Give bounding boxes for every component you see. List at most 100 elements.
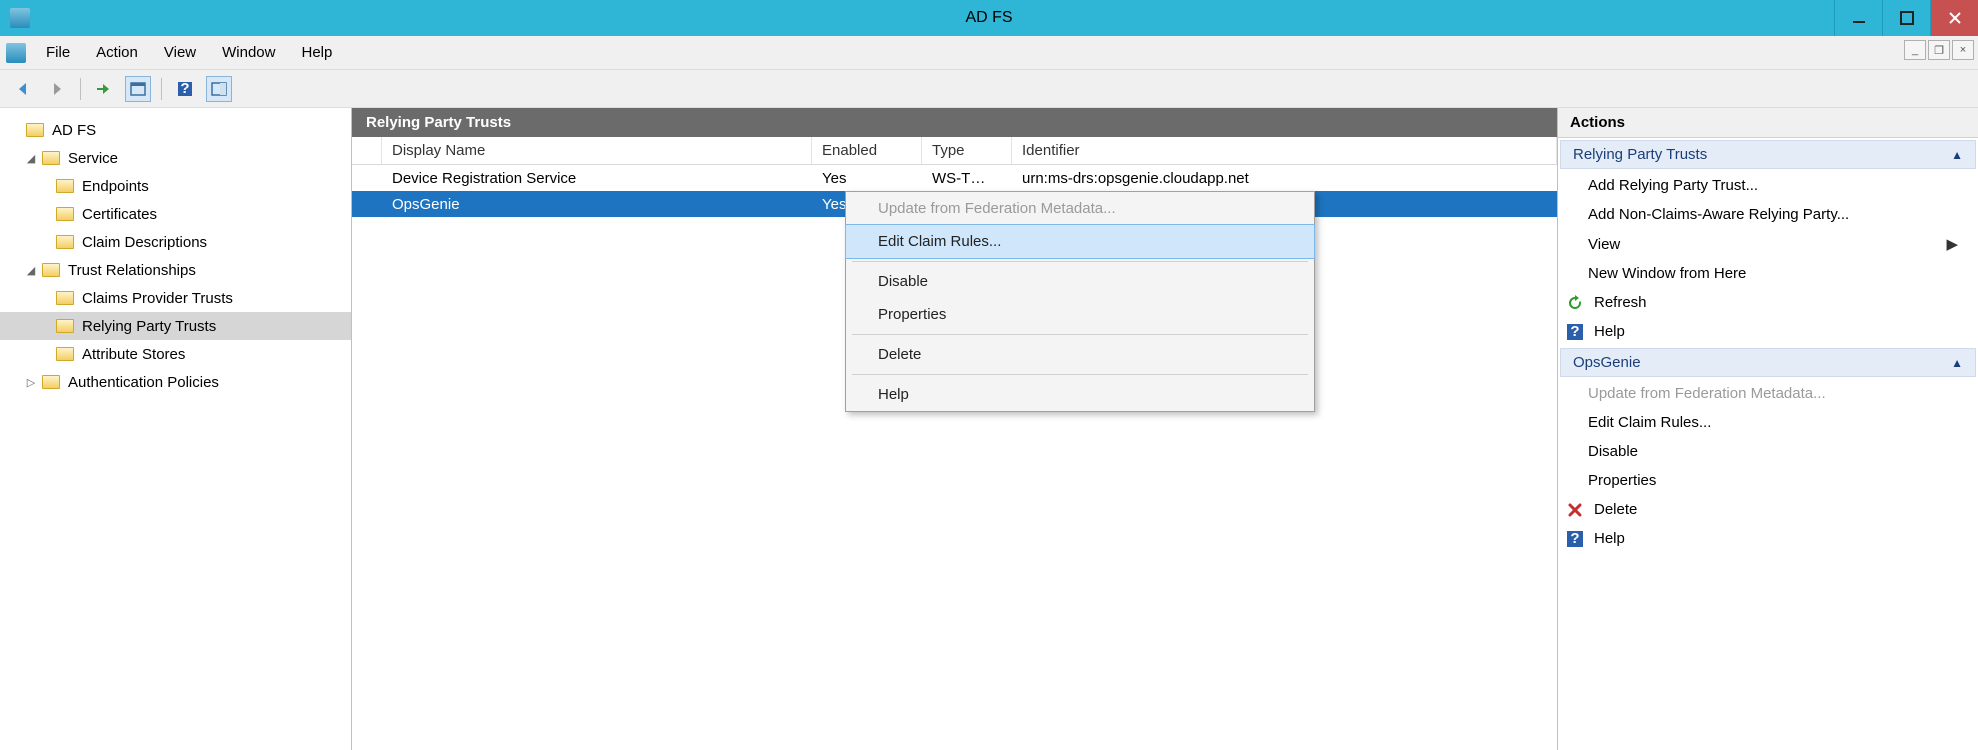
cell-enabled: Yes	[812, 170, 922, 187]
ctx-disable[interactable]: Disable	[846, 265, 1314, 298]
ctx-delete[interactable]: Delete	[846, 338, 1314, 371]
menu-file[interactable]: File	[34, 40, 82, 65]
action-add-relying-party-trust[interactable]: Add Relying Party Trust...	[1558, 171, 1978, 200]
mmc-icon	[6, 43, 26, 63]
window-minimize-button[interactable]	[1834, 0, 1882, 36]
svg-text:?: ?	[1570, 531, 1579, 547]
folder-icon	[42, 151, 60, 165]
details-title: Relying Party Trusts	[352, 108, 1557, 137]
menu-help[interactable]: Help	[289, 40, 344, 65]
action-label: New Window from Here	[1588, 265, 1746, 282]
tree-relying-party-trusts[interactable]: Relying Party Trusts	[0, 312, 351, 340]
cell-displayname: OpsGenie	[382, 196, 812, 213]
mdi-close-button[interactable]: ×	[1952, 40, 1974, 60]
folder-icon	[56, 207, 74, 221]
tree-attribute-stores[interactable]: Attribute Stores	[0, 340, 351, 368]
action-label: Properties	[1588, 472, 1656, 489]
tree-label: Claim Descriptions	[82, 234, 207, 251]
action-disable[interactable]: Disable	[1558, 437, 1978, 466]
grid-header: Display Name Enabled Type Identifier	[352, 137, 1557, 165]
ctx-separator	[852, 374, 1308, 375]
toolbar-separator	[80, 78, 81, 100]
menubar: File Action View Window Help _ ❐ ×	[0, 36, 1978, 70]
show-hide-tree-button[interactable]	[125, 76, 151, 102]
tree-claim-descriptions[interactable]: Claim Descriptions	[0, 228, 351, 256]
expander-icon[interactable]: ▷	[24, 376, 38, 389]
folder-icon	[26, 123, 44, 137]
ctx-help[interactable]: Help	[846, 378, 1314, 411]
expander-icon[interactable]: ◢	[24, 264, 38, 277]
details-pane: Relying Party Trusts Display Name Enable…	[352, 108, 1558, 750]
tree-claims-provider-trusts[interactable]: Claims Provider Trusts	[0, 284, 351, 312]
refresh-icon	[1566, 295, 1584, 311]
tree-label: Endpoints	[82, 178, 149, 195]
action-refresh[interactable]: Refresh	[1558, 288, 1978, 317]
actions-group-title: OpsGenie	[1573, 354, 1641, 371]
grid-header-displayname[interactable]: Display Name	[382, 137, 812, 164]
context-menu: Update from Federation Metadata... Edit …	[845, 191, 1315, 412]
tree-label: Service	[68, 150, 118, 167]
tree-root[interactable]: AD FS	[0, 116, 351, 144]
action-update-metadata: Update from Federation Metadata...	[1558, 379, 1978, 408]
mdi-minimize-button[interactable]: _	[1904, 40, 1926, 60]
svg-text:?: ?	[1570, 324, 1579, 340]
menu-window[interactable]: Window	[210, 40, 287, 65]
action-help[interactable]: ? Help	[1558, 317, 1978, 346]
cell-type: WS-T…	[922, 170, 1012, 187]
collapse-icon: ▲	[1951, 356, 1963, 370]
action-label: View	[1588, 236, 1620, 253]
action-help[interactable]: ? Help	[1558, 524, 1978, 553]
folder-icon	[56, 291, 74, 305]
grid-header-enabled[interactable]: Enabled	[812, 137, 922, 164]
tree-label: Certificates	[82, 206, 157, 223]
folder-icon	[56, 179, 74, 193]
action-edit-claim-rules[interactable]: Edit Claim Rules...	[1558, 408, 1978, 437]
help-icon: ?	[1566, 324, 1584, 340]
help-icon: ?	[1566, 531, 1584, 547]
actions-group-header[interactable]: Relying Party Trusts ▲	[1560, 140, 1976, 169]
window-maximize-button[interactable]	[1882, 0, 1930, 36]
folder-icon	[56, 319, 74, 333]
tree-label: Claims Provider Trusts	[82, 290, 233, 307]
action-label: Refresh	[1594, 294, 1647, 311]
action-add-non-claims-aware[interactable]: Add Non-Claims-Aware Relying Party...	[1558, 200, 1978, 229]
nav-forward-button[interactable]	[44, 76, 70, 102]
navigation-tree[interactable]: AD FS ◢ Service Endpoints Certificates C…	[0, 108, 352, 750]
action-new-window[interactable]: New Window from Here	[1558, 259, 1978, 288]
actions-group-header[interactable]: OpsGenie ▲	[1560, 348, 1976, 377]
tree-label: AD FS	[52, 122, 96, 139]
tree-label: Trust Relationships	[68, 262, 196, 279]
up-button[interactable]	[91, 76, 117, 102]
window-close-button[interactable]	[1930, 0, 1978, 36]
menu-view[interactable]: View	[152, 40, 208, 65]
grid-gutter-header[interactable]	[352, 137, 382, 164]
toolbar-help-button[interactable]: ?	[172, 76, 198, 102]
action-properties[interactable]: Properties	[1558, 466, 1978, 495]
tree-certificates[interactable]: Certificates	[0, 200, 351, 228]
menu-action[interactable]: Action	[84, 40, 150, 65]
action-delete[interactable]: Delete	[1558, 495, 1978, 524]
ctx-edit-claim-rules[interactable]: Edit Claim Rules...	[845, 224, 1315, 259]
tree-trust-relationships[interactable]: ◢ Trust Relationships	[0, 256, 351, 284]
tree-label: Relying Party Trusts	[82, 318, 216, 335]
cell-identifier: urn:ms-drs:opsgenie.cloudapp.net	[1012, 170, 1557, 187]
nav-back-button[interactable]	[10, 76, 36, 102]
grid-header-identifier[interactable]: Identifier	[1012, 137, 1557, 164]
grid-header-type[interactable]: Type	[922, 137, 1012, 164]
svg-text:?: ?	[180, 80, 189, 97]
tree-service[interactable]: ◢ Service	[0, 144, 351, 172]
show-hide-action-pane-button[interactable]	[206, 76, 232, 102]
folder-icon	[56, 347, 74, 361]
expander-icon[interactable]: ◢	[24, 152, 38, 165]
action-label: Help	[1594, 323, 1625, 340]
ctx-properties[interactable]: Properties	[846, 298, 1314, 331]
tree-authentication-policies[interactable]: ▷ Authentication Policies	[0, 368, 351, 396]
table-row[interactable]: Device Registration Service Yes WS-T… ur…	[352, 165, 1557, 191]
action-view[interactable]: View ▶	[1558, 229, 1978, 259]
window-titlebar: AD FS	[0, 0, 1978, 36]
actions-group-title: Relying Party Trusts	[1573, 146, 1707, 163]
tree-label: Authentication Policies	[68, 374, 219, 391]
mdi-restore-button[interactable]: ❐	[1928, 40, 1950, 60]
toolbar: ?	[0, 70, 1978, 108]
tree-endpoints[interactable]: Endpoints	[0, 172, 351, 200]
